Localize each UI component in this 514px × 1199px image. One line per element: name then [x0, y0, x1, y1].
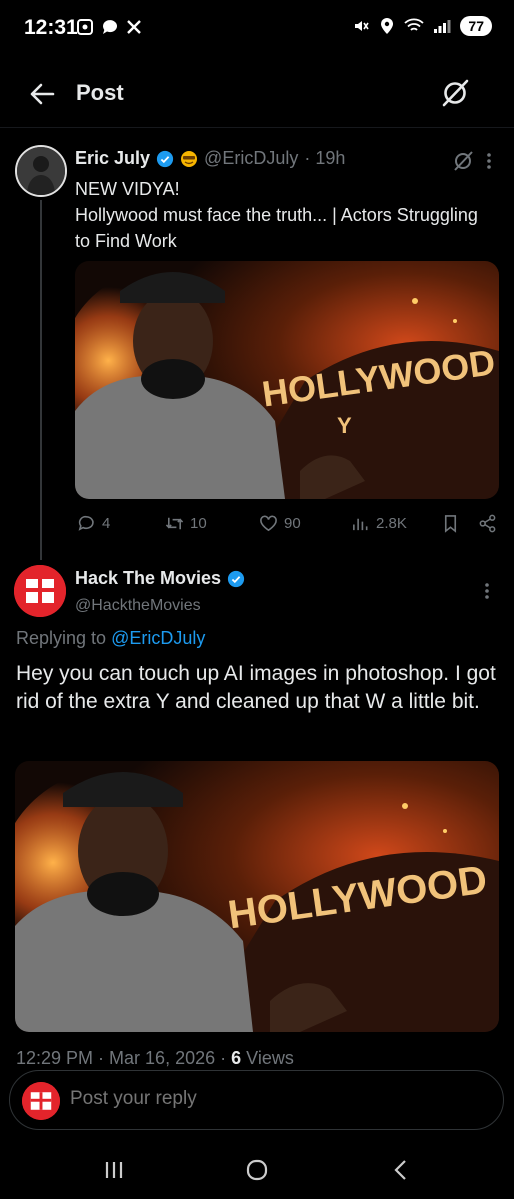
location-icon [381, 18, 394, 34]
share-button[interactable] [478, 514, 497, 533]
avatar-figure [17, 147, 65, 195]
reply-count: 4 [102, 515, 111, 532]
hollywood-thumbnail: HOLLYWOOD Y [75, 261, 499, 499]
repost-icon [165, 517, 184, 530]
tweet-text: NEW VIDYA! Hollywood must face the truth… [75, 176, 495, 254]
grok-icon[interactable] [452, 150, 474, 172]
author-handle[interactable]: @EricDJuly [204, 148, 298, 169]
views-button[interactable]: 2.8K [351, 514, 407, 533]
wifi-icon [404, 18, 425, 31]
system-icons: 77 [352, 16, 492, 36]
share-icon [479, 514, 496, 533]
like-count: 90 [284, 515, 301, 532]
tweet-image[interactable]: HOLLYWOOD [15, 761, 499, 1032]
tweet-header: Eric July @EricDJuly · 19h [75, 148, 345, 169]
bookmark-button[interactable] [441, 514, 460, 533]
more-options-icon[interactable] [484, 582, 490, 600]
replying-to: Replying to @EricDJuly [16, 628, 205, 649]
bookmark-icon [444, 515, 457, 533]
author-name[interactable]: Hack The Movies [75, 568, 221, 589]
tweet-image[interactable]: HOLLYWOOD Y [75, 261, 499, 499]
chat-icon [102, 20, 117, 34]
views-count: 2.8K [376, 515, 407, 532]
notification-icons [76, 18, 142, 36]
htm-logo-icon [22, 1082, 60, 1120]
status-time: 12:31 [24, 16, 78, 39]
x-logo-icon [127, 20, 141, 34]
htm-logo-icon [14, 565, 66, 617]
avatar[interactable] [15, 145, 67, 197]
hollywood-thumbnail-edited: HOLLYWOOD [15, 761, 499, 1032]
tweet-text-line: Hollywood must face the truth... | Actor… [75, 205, 478, 251]
mute-icon [355, 21, 370, 31]
tweet-text-line: NEW VIDYA! [75, 179, 180, 199]
reply-composer[interactable] [9, 1070, 504, 1130]
tweet-top-actions [452, 150, 492, 172]
top-app-bar: Post [0, 58, 514, 128]
recent-apps-icon[interactable] [99, 1156, 129, 1184]
tweet-actions: 4 10 90 2.8K [75, 514, 499, 536]
post-timestamp: 12:29 PM · Mar 16, 2026 · [16, 1048, 227, 1068]
image-extra-letter: Y [337, 413, 352, 438]
screenshot-icon [77, 19, 93, 35]
reply-input[interactable] [70, 1088, 450, 1110]
author-handle[interactable]: @HacktheMovies [75, 597, 201, 615]
battery-indicator: 77 [460, 16, 492, 36]
repost-count: 10 [190, 515, 207, 532]
tweet-text: Hey you can touch up AI images in photos… [16, 662, 496, 713]
thread-connector [40, 200, 42, 560]
replying-to-link[interactable]: @EricDJuly [111, 628, 205, 648]
heart-icon [260, 515, 277, 532]
affiliate-emoji-icon [181, 150, 198, 167]
like-button[interactable]: 90 [259, 514, 301, 533]
avatar[interactable] [14, 565, 66, 617]
signal-icon [434, 20, 451, 33]
author-name[interactable]: Eric July [75, 148, 150, 169]
more-options-icon[interactable] [486, 152, 492, 170]
reply-icon [78, 515, 94, 531]
views-label: Views [246, 1048, 294, 1068]
tweet-header: Hack The Movies [75, 568, 245, 589]
verified-badge-icon [227, 570, 245, 587]
status-bar: 12:31 77 [0, 0, 514, 58]
page-title: Post [76, 80, 124, 105]
post-age: · 19h [304, 148, 346, 168]
home-icon[interactable] [242, 1156, 272, 1184]
repost-button[interactable]: 10 [165, 514, 207, 533]
grok-icon[interactable] [440, 78, 470, 108]
replying-prefix: Replying to [16, 628, 107, 648]
system-navigation-bar [0, 1140, 514, 1199]
avatar [22, 1082, 60, 1120]
reply-button[interactable]: 4 [77, 514, 110, 533]
back-icon[interactable] [386, 1156, 416, 1184]
views-chart-icon [353, 518, 368, 531]
verified-badge-icon [156, 150, 174, 167]
views-count: 6 [231, 1048, 242, 1068]
post-metadata: 12:29 PM · Mar 16, 2026 · 6 Views [16, 1048, 294, 1069]
back-arrow-icon[interactable] [28, 80, 56, 108]
